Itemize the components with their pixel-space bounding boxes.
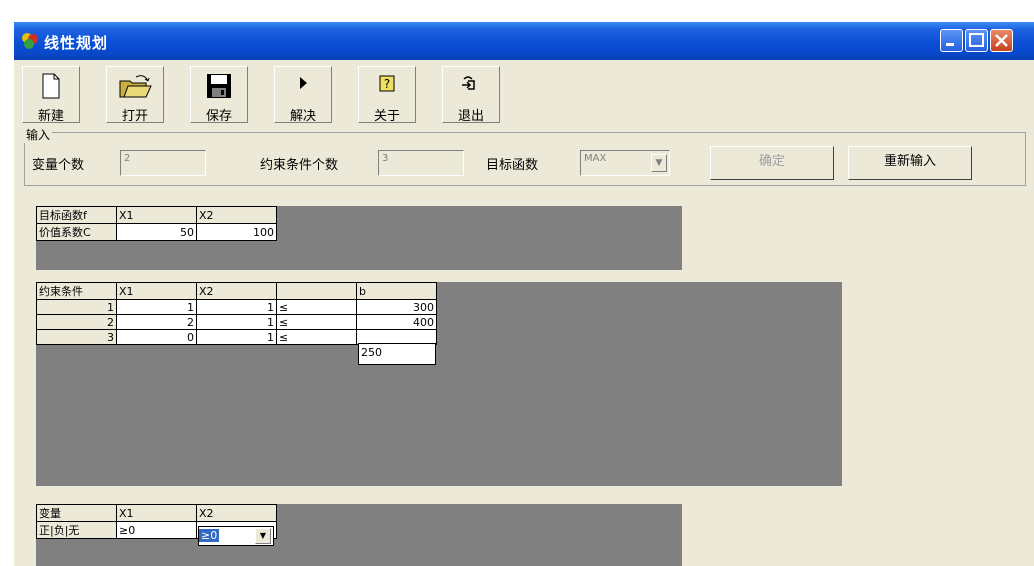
objective-select[interactable]: MAX ▼	[580, 150, 670, 176]
variables-header-x1: X1	[116, 504, 197, 522]
row-number: 3	[36, 329, 117, 345]
about-button[interactable]: ? 关于	[358, 66, 416, 124]
constraints-header-b: b	[356, 282, 437, 300]
reset-button[interactable]: 重新输入	[848, 146, 972, 180]
objective-header-x1: X1	[116, 206, 197, 224]
constraints-header-label: 约束条件	[36, 282, 117, 300]
objective-header-x2: X2	[196, 206, 277, 224]
exit-button[interactable]: 退出	[442, 66, 500, 124]
var-count-input[interactable]: 2	[120, 150, 206, 176]
solve-label: 解决	[289, 109, 316, 124]
constraint-cell-x1[interactable]: 2	[116, 314, 197, 330]
variable-sign-x1[interactable]: ≥0	[116, 521, 197, 539]
constraint-cell-x2[interactable]: 1	[196, 299, 277, 315]
constraint-cell-op[interactable]: ≤	[276, 299, 357, 315]
chevron-down-icon[interactable]: ▼	[255, 528, 271, 544]
title-bar[interactable]: 线性规划	[14, 22, 1034, 60]
constraint-cell-b[interactable]: 300	[356, 299, 437, 315]
play-icon	[300, 77, 307, 89]
var-count-label: 变量个数	[32, 158, 85, 173]
row-number: 1	[36, 299, 117, 315]
table-row: 2 2 1 ≤ 400	[36, 314, 437, 330]
constraint-cell-b[interactable]: 400	[356, 314, 437, 330]
save-label: 保存	[205, 109, 232, 124]
svg-text:?: ?	[384, 77, 390, 91]
close-icon	[995, 34, 1008, 47]
maximize-icon	[969, 33, 984, 47]
floppy-disk-icon	[207, 74, 231, 98]
value-coefficient-label: 价值系数C	[36, 223, 117, 241]
objective-table: 目标函数f X1 X2 价值系数C 50 100	[36, 206, 277, 241]
variable-sign-x2-value: ≥0	[199, 529, 220, 542]
constraint-count-input[interactable]: 3	[378, 150, 464, 176]
new-button[interactable]: 新建	[22, 66, 80, 124]
constraint-cell-op[interactable]: ≤	[276, 314, 357, 330]
constraint-cell-x1[interactable]: 0	[116, 329, 197, 345]
objective-cell-x1[interactable]: 50	[116, 223, 197, 241]
constraints-header-x2: X2	[196, 282, 277, 300]
main-window: 线性规划 新建 打开 保存 解决 ? 关于 退出 输入 变量个数 2 约束条件个…	[14, 22, 1034, 566]
objective-value: MAX	[584, 153, 607, 164]
minimize-icon	[946, 43, 954, 46]
constraints-table: 约束条件 X1 X2 b 1 1 1 ≤ 300 2 2 1 ≤ 400 3 0…	[36, 282, 437, 345]
row-number: 2	[36, 314, 117, 330]
constraints-header-x1: X1	[116, 282, 197, 300]
minimize-button[interactable]	[940, 29, 963, 52]
objective-header-label: 目标函数f	[36, 206, 117, 224]
open-button[interactable]: 打开	[106, 66, 164, 124]
table-row: 1 1 1 ≤ 300	[36, 299, 437, 315]
constraint-cell-op[interactable]: ≤	[276, 329, 357, 345]
sign-label: 正|负|无	[36, 521, 117, 539]
exit-door-icon	[462, 76, 475, 90]
new-label: 新建	[37, 109, 64, 124]
exit-label: 退出	[457, 109, 484, 124]
solve-button[interactable]: 解决	[274, 66, 332, 124]
open-folder-icon	[119, 75, 152, 98]
variable-sign-x2-select[interactable]: ≥0 ▼	[198, 526, 274, 546]
window-title: 线性规划	[44, 34, 109, 52]
confirm-button[interactable]: 确定	[710, 146, 834, 180]
constraint-cell-x1[interactable]: 1	[116, 299, 197, 315]
toolbar: 新建 打开 保存 解决 ? 关于 退出	[22, 66, 1022, 124]
new-file-icon	[42, 73, 60, 99]
variables-header-x2: X2	[196, 504, 277, 522]
constraint-count-label: 约束条件个数	[260, 158, 339, 173]
constraints-header-op	[276, 282, 357, 300]
app-icon	[22, 33, 38, 49]
close-button[interactable]	[990, 29, 1013, 52]
variables-header-label: 变量	[36, 504, 117, 522]
maximize-button[interactable]	[965, 29, 988, 52]
objective-cell-x2[interactable]: 100	[196, 223, 277, 241]
input-group-label: 输入	[24, 126, 53, 143]
objective-label: 目标函数	[486, 158, 539, 173]
save-button[interactable]: 保存	[190, 66, 248, 124]
constraint-cell-x2[interactable]: 1	[196, 314, 277, 330]
constraint-b-editor[interactable]: 250	[358, 343, 436, 365]
chevron-down-icon[interactable]: ▼	[651, 154, 667, 172]
help-icon: ?	[379, 75, 395, 92]
about-label: 关于	[373, 109, 400, 124]
open-label: 打开	[121, 109, 148, 124]
constraint-cell-x2[interactable]: 1	[196, 329, 277, 345]
